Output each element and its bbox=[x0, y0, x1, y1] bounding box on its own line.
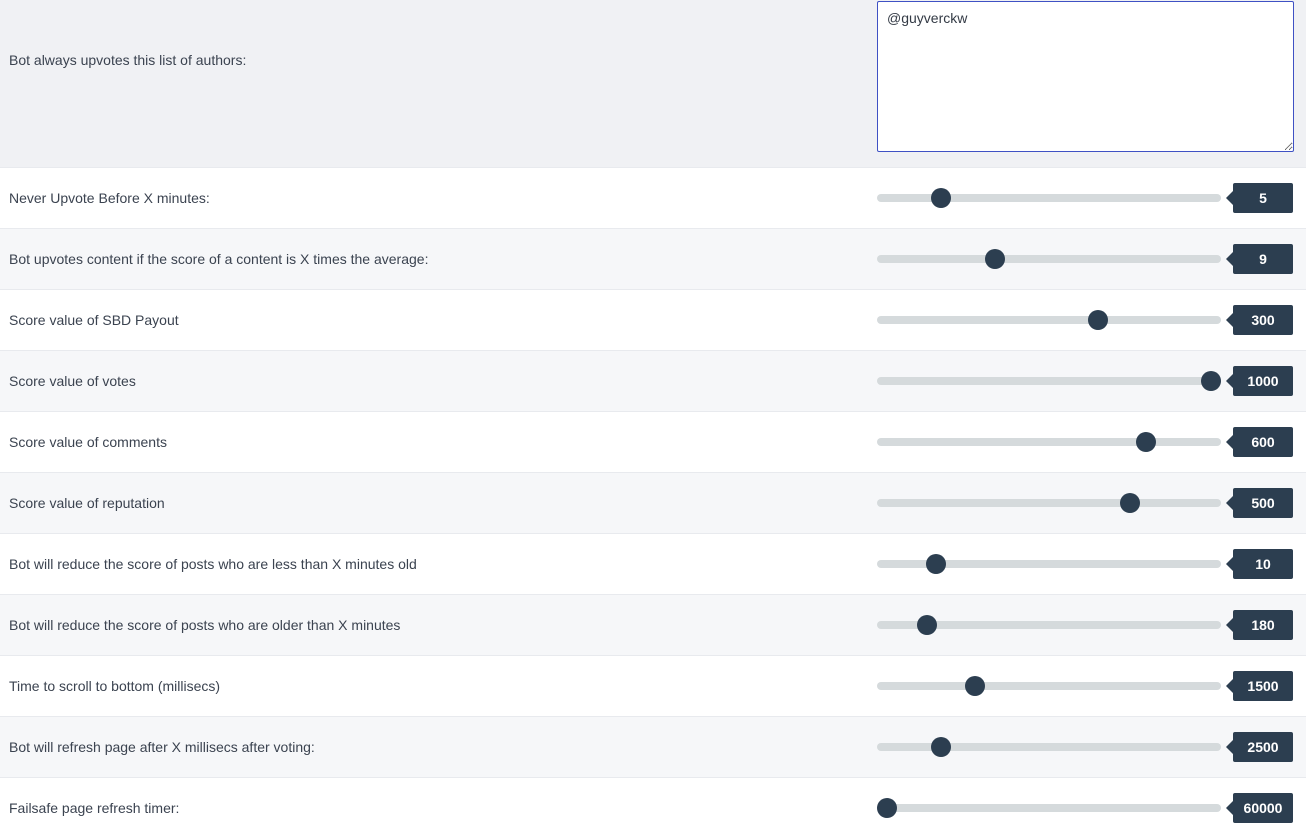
authors-row: Bot always upvotes this list of authors: bbox=[0, 0, 1306, 168]
slider-row: Score value of comments 600 bbox=[0, 412, 1306, 473]
slider-thumb[interactable] bbox=[876, 798, 897, 818]
slider-thumb[interactable] bbox=[964, 676, 985, 696]
slider-track[interactable] bbox=[876, 798, 1221, 818]
slider-value-badge: 1500 bbox=[1226, 671, 1293, 701]
slider-row: Never Upvote Before X minutes: 5 bbox=[0, 168, 1306, 229]
slider-value-badge: 10 bbox=[1226, 549, 1293, 579]
slider-track[interactable] bbox=[877, 188, 1221, 208]
authors-textarea[interactable] bbox=[877, 1, 1294, 152]
slider-row: Failsafe page refresh timer: 60000 bbox=[0, 778, 1306, 825]
slider-value-badge: 9 bbox=[1226, 244, 1293, 274]
slider-row: Score value of reputation 500 bbox=[0, 473, 1306, 534]
slider-track[interactable] bbox=[877, 432, 1221, 452]
slider-thumb[interactable] bbox=[925, 554, 946, 574]
slider-label: Score value of SBD Payout bbox=[9, 312, 179, 328]
slider-track[interactable] bbox=[877, 737, 1221, 757]
settings-panel: Bot always upvotes this list of authors:… bbox=[0, 0, 1306, 825]
slider-thumb[interactable] bbox=[916, 615, 937, 635]
slider-track[interactable] bbox=[877, 371, 1222, 391]
slider-track[interactable] bbox=[877, 615, 1221, 635]
slider-label: Bot will reduce the score of posts who a… bbox=[9, 617, 401, 633]
slider-label: Bot will refresh page after X millisecs … bbox=[9, 739, 315, 755]
slider-thumb[interactable] bbox=[1136, 432, 1156, 452]
slider-value-badge: 2500 bbox=[1226, 732, 1293, 762]
slider-label: Score value of votes bbox=[9, 373, 136, 389]
authors-label: Bot always upvotes this list of authors: bbox=[9, 52, 247, 68]
slider-value-badge: 300 bbox=[1226, 305, 1293, 335]
slider-row: Bot will reduce the score of posts who a… bbox=[0, 595, 1306, 656]
slider-track[interactable] bbox=[877, 676, 1221, 696]
slider-row: Bot will refresh page after X millisecs … bbox=[0, 717, 1306, 778]
slider-label: Never Upvote Before X minutes: bbox=[9, 190, 210, 206]
slider-value-badge: 180 bbox=[1226, 610, 1293, 640]
slider-track[interactable] bbox=[877, 554, 1221, 574]
slider-row: Bot will reduce the score of posts who a… bbox=[0, 534, 1306, 595]
slider-value-badge: 1000 bbox=[1226, 366, 1293, 396]
slider-thumb[interactable] bbox=[1087, 310, 1108, 330]
slider-thumb[interactable] bbox=[1201, 371, 1222, 391]
slider-track[interactable] bbox=[877, 493, 1221, 513]
slider-row: Time to scroll to bottom (millisecs) 1500 bbox=[0, 656, 1306, 717]
slider-label: Score value of comments bbox=[9, 434, 167, 450]
slider-row: Score value of SBD Payout 300 bbox=[0, 290, 1306, 351]
slider-value-badge: 500 bbox=[1226, 488, 1293, 518]
slider-label: Failsafe page refresh timer: bbox=[9, 800, 180, 816]
slider-label: Time to scroll to bottom (millisecs) bbox=[9, 678, 221, 694]
slider-thumb[interactable] bbox=[1119, 493, 1140, 513]
slider-label: Bot upvotes content if the score of a co… bbox=[9, 251, 429, 267]
slider-row: Score value of votes 1000 bbox=[0, 351, 1306, 412]
slider-value-badge: 60000 bbox=[1226, 793, 1293, 823]
slider-thumb[interactable] bbox=[984, 249, 1005, 269]
slider-track[interactable] bbox=[877, 249, 1221, 269]
slider-thumb[interactable] bbox=[930, 188, 951, 208]
slider-value-badge: 600 bbox=[1226, 427, 1293, 457]
slider-label: Bot will reduce the score of posts who a… bbox=[9, 556, 417, 572]
slider-value-badge: 5 bbox=[1226, 183, 1293, 213]
slider-label: Score value of reputation bbox=[9, 495, 165, 511]
slider-row: Bot upvotes content if the score of a co… bbox=[0, 229, 1306, 290]
slider-thumb[interactable] bbox=[930, 737, 951, 757]
slider-track[interactable] bbox=[877, 310, 1221, 330]
